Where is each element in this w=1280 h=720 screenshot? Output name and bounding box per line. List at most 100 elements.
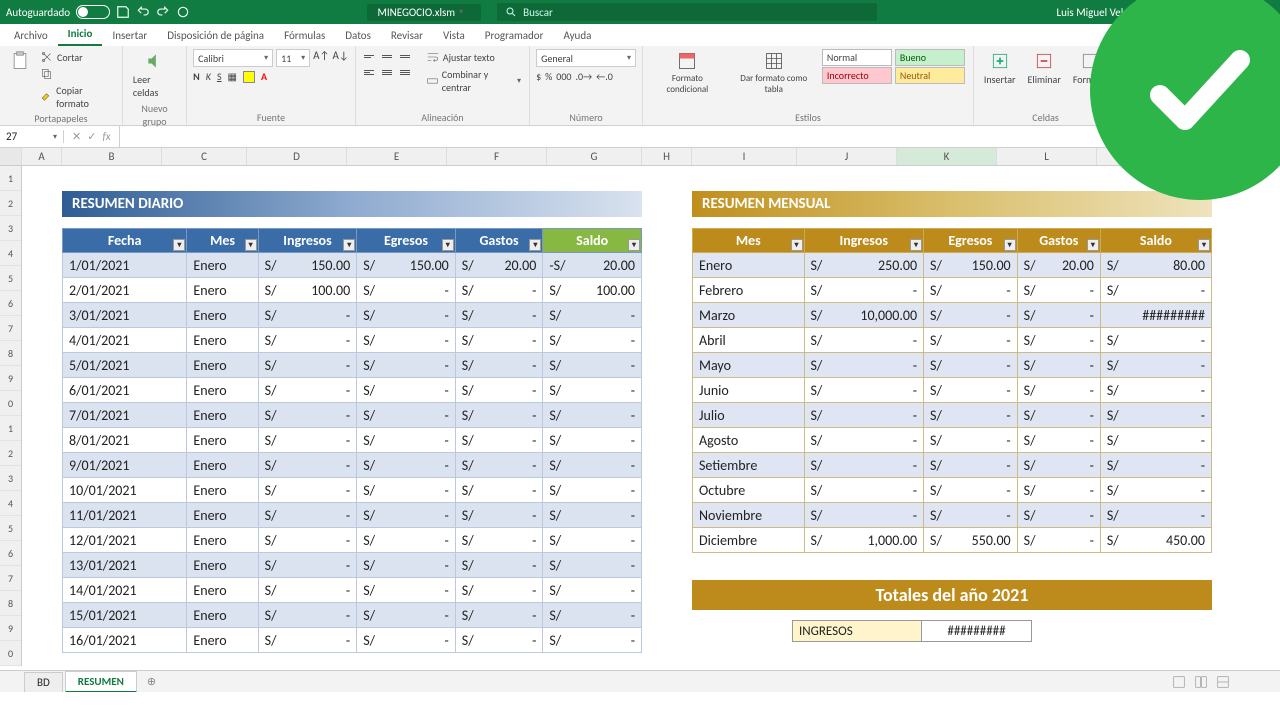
cell[interactable]: S/-	[357, 528, 456, 553]
cell[interactable]: S/-	[924, 453, 1018, 478]
filter-button[interactable]: ▾	[245, 239, 257, 251]
leer-celdas-button[interactable]: Leer celdas	[129, 49, 180, 101]
cell[interactable]: S/-	[258, 353, 357, 378]
filter-button[interactable]: ▾	[173, 239, 185, 251]
row-header[interactable]: 2	[0, 441, 21, 466]
name-box[interactable]: 27▾	[0, 130, 64, 143]
cell[interactable]: S/-	[455, 628, 543, 653]
cell[interactable]: S/-	[357, 278, 456, 303]
cell[interactable]: S/-	[543, 303, 642, 328]
cell[interactable]: Enero	[187, 303, 258, 328]
cell[interactable]: S/-	[543, 403, 642, 428]
cell[interactable]: S/-	[804, 328, 924, 353]
cell[interactable]: Enero	[693, 253, 805, 278]
dec-decimal-button[interactable]: ←.0	[596, 70, 613, 83]
cell[interactable]: 4/01/2021	[63, 328, 187, 353]
col-C[interactable]: C	[162, 148, 247, 165]
cell[interactable]: S/-	[543, 428, 642, 453]
row-header[interactable]: 8	[0, 341, 21, 366]
cell[interactable]: S/-	[543, 628, 642, 653]
cell[interactable]: S/-	[258, 428, 357, 453]
col-B[interactable]: B	[62, 148, 162, 165]
cell[interactable]: S/-	[804, 503, 924, 528]
cell[interactable]: S/-	[924, 378, 1018, 403]
cell[interactable]: S/100.00	[543, 278, 642, 303]
cell[interactable]: S/-	[258, 478, 357, 503]
align-center[interactable]	[380, 65, 394, 79]
filename[interactable]: MINEGOCIO.xlsm ▾	[367, 4, 481, 21]
cell[interactable]: S/-	[455, 528, 543, 553]
cell[interactable]: S/-	[357, 453, 456, 478]
cell[interactable]: S/550.00	[924, 528, 1018, 553]
cell[interactable]: Enero	[187, 453, 258, 478]
style-bueno[interactable]: Bueno	[895, 49, 965, 66]
cell[interactable]: S/-	[455, 278, 543, 303]
row-header[interactable]: 3	[0, 466, 21, 491]
save-icon[interactable]	[116, 5, 130, 19]
cell[interactable]: S/-	[924, 278, 1018, 303]
diario-header[interactable]: Egresos▾	[357, 229, 456, 253]
cell[interactable]: Mayo	[693, 353, 805, 378]
cell[interactable]: 15/01/2021	[63, 603, 187, 628]
cell[interactable]: 16/01/2021	[63, 628, 187, 653]
col-F[interactable]: F	[447, 148, 547, 165]
mensual-header[interactable]: Saldo▾	[1100, 229, 1211, 253]
filter-button[interactable]: ▾	[1198, 239, 1210, 251]
cell[interactable]: Enero	[187, 628, 258, 653]
cell[interactable]: S/-	[357, 428, 456, 453]
cell[interactable]: Enero	[187, 603, 258, 628]
cell[interactable]: S/-	[258, 503, 357, 528]
col-K[interactable]: K	[897, 148, 997, 165]
cell[interactable]: S/-	[543, 503, 642, 528]
tab-formulas[interactable]: Fórmulas	[274, 26, 335, 46]
row-header[interactable]: 9	[0, 366, 21, 391]
row-header[interactable]: 4	[0, 241, 21, 266]
cell[interactable]: S/-	[543, 603, 642, 628]
cell[interactable]: S/-	[1100, 278, 1211, 303]
cell[interactable]: S/-	[357, 353, 456, 378]
cell[interactable]: S/-	[1017, 403, 1100, 428]
cell[interactable]: 2/01/2021	[63, 278, 187, 303]
currency-button[interactable]: $	[536, 70, 541, 83]
insert-cells-button[interactable]: Insertar	[980, 49, 1020, 88]
cell[interactable]: Enero	[187, 428, 258, 453]
cell[interactable]: S/-	[1017, 503, 1100, 528]
mensual-header[interactable]: Ingresos▾	[804, 229, 924, 253]
cell[interactable]: S/-	[1017, 278, 1100, 303]
cell[interactable]: S/-	[924, 328, 1018, 353]
cell[interactable]: S/20.00	[1017, 253, 1100, 278]
tab-ayuda[interactable]: Ayuda	[553, 26, 601, 46]
cell[interactable]: Enero	[187, 353, 258, 378]
cell[interactable]: S/-	[804, 478, 924, 503]
cell[interactable]: Enero	[187, 503, 258, 528]
cell[interactable]: S/-	[924, 403, 1018, 428]
cut-button[interactable]: Cortar	[38, 49, 116, 65]
cell[interactable]: S/-	[543, 328, 642, 353]
tab-disposicion[interactable]: Disposición de página	[157, 26, 274, 46]
cell[interactable]: S/-	[1017, 353, 1100, 378]
col-H[interactable]: H	[642, 148, 692, 165]
row-header[interactable]: 7	[0, 566, 21, 591]
format-painter-button[interactable]: Copiar formato	[38, 83, 116, 111]
cell[interactable]: Noviembre	[693, 503, 805, 528]
cell[interactable]: 7/01/2021	[63, 403, 187, 428]
format-as-table-button[interactable]: Dar formato como tabla	[730, 49, 818, 97]
cell[interactable]: S/-	[1100, 428, 1211, 453]
cell[interactable]: S/10,000.00	[804, 303, 924, 328]
cell[interactable]: S/-	[357, 303, 456, 328]
filter-button[interactable]: ▾	[343, 239, 355, 251]
cell[interactable]: S/-	[543, 528, 642, 553]
cell[interactable]: S/-	[357, 628, 456, 653]
cell[interactable]: S/-	[455, 503, 543, 528]
cell[interactable]: S/-	[258, 528, 357, 553]
tab-programador[interactable]: Programador	[475, 26, 554, 46]
grow-font-icon[interactable]: A↑	[313, 49, 329, 67]
col-D[interactable]: D	[247, 148, 347, 165]
cell[interactable]: S/-	[258, 403, 357, 428]
diario-header[interactable]: Ingresos▾	[258, 229, 357, 253]
cell[interactable]: S/-	[357, 378, 456, 403]
diario-header[interactable]: Mes▾	[187, 229, 258, 253]
cell[interactable]: S/-	[804, 428, 924, 453]
cell[interactable]: 9/01/2021	[63, 453, 187, 478]
cell[interactable]: S/-	[543, 453, 642, 478]
